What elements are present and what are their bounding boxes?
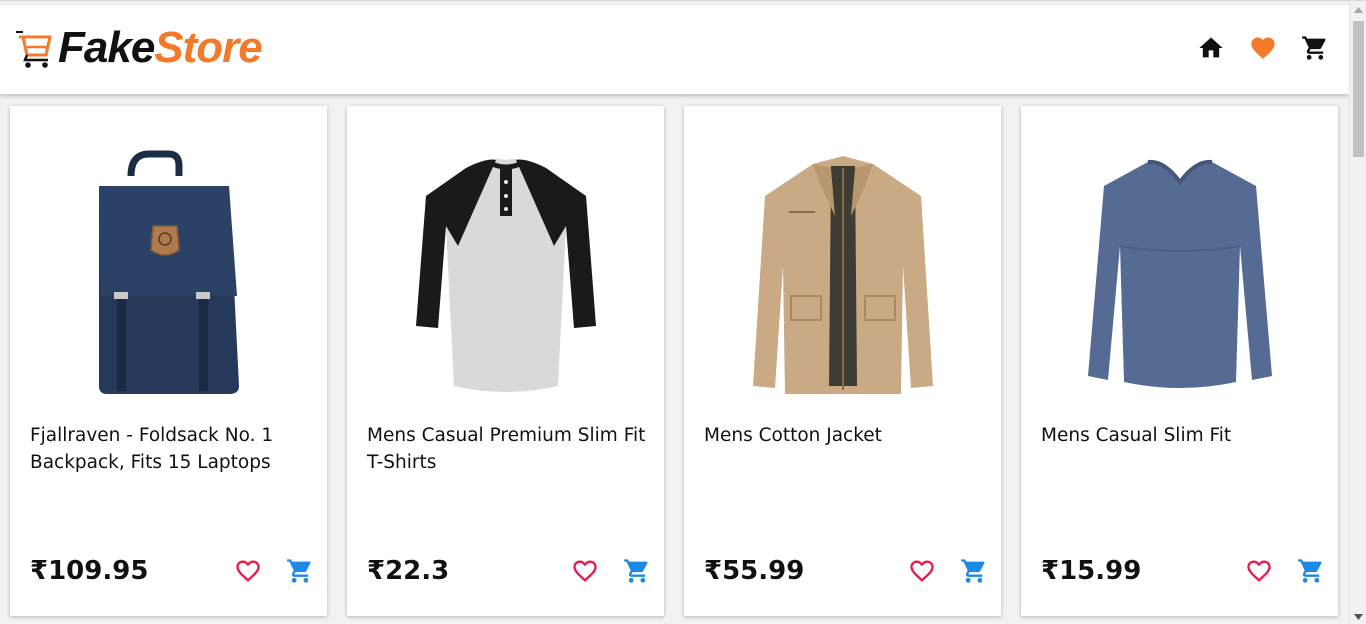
cart-icon (1302, 36, 1326, 60)
brand-logo[interactable]: FakeStore (14, 23, 263, 72)
product-actions (570, 556, 652, 586)
product-title[interactable]: Mens Cotton Jacket (704, 422, 984, 449)
wishlist-toggle-button[interactable] (233, 556, 263, 586)
brand-name-part2: Store (154, 23, 262, 72)
product-title[interactable]: Fjallraven - Foldsack No. 1 Backpack, Fi… (30, 422, 310, 476)
product-grid: Fjallraven - Foldsack No. 1 Backpack, Fi… (10, 106, 1338, 616)
add-to-cart-button[interactable] (622, 556, 652, 586)
product-price: ₹109.95 (30, 556, 149, 586)
product-card: Fjallraven - Foldsack No. 1 Backpack, Fi… (10, 106, 327, 616)
header-nav (1197, 33, 1329, 63)
cart-icon (961, 559, 985, 583)
heart-outline-icon (1247, 560, 1271, 582)
scroll-down-arrow-icon[interactable] (1350, 608, 1366, 624)
backpack-image (98, 150, 239, 394)
home-icon (1199, 37, 1223, 58)
heart-icon (1251, 37, 1275, 59)
wishlist-button[interactable] (1249, 33, 1277, 63)
product-title[interactable]: Mens Casual Slim Fit (1041, 422, 1321, 449)
heart-outline-icon (910, 560, 934, 582)
product-actions (233, 556, 315, 586)
product-image[interactable] (1021, 144, 1338, 408)
product-price: ₹22.3 (367, 556, 450, 586)
add-to-cart-button[interactable] (285, 556, 315, 586)
page: FakeStore Fjallraven - Foldsack No. 1 Ba… (0, 0, 1366, 624)
product-price: ₹15.99 (1041, 556, 1142, 586)
product-image[interactable] (347, 144, 664, 408)
product-image[interactable] (684, 144, 1001, 408)
product-image[interactable] (10, 144, 327, 408)
product-card: Mens Cotton Jacket ₹55.99 (684, 106, 1001, 616)
scroll-thumb[interactable] (1353, 21, 1364, 157)
heart-outline-icon (573, 560, 597, 582)
add-to-cart-button[interactable] (1296, 556, 1326, 586)
wishlist-toggle-button[interactable] (1244, 556, 1274, 586)
cart-icon (287, 559, 311, 583)
wishlist-toggle-button[interactable] (907, 556, 937, 586)
scroll-up-arrow-icon[interactable] (1350, 1, 1366, 18)
site-header: FakeStore (0, 5, 1349, 94)
add-to-cart-button[interactable] (959, 556, 989, 586)
logo-cart-icon (16, 31, 52, 68)
long-sleeve-tee-image (1087, 159, 1272, 388)
cart-button[interactable] (1301, 33, 1329, 63)
product-actions (1244, 556, 1326, 586)
product-card: Mens Casual Slim Fit ₹15.99 (1021, 106, 1338, 616)
product-card: Mens Casual Premium Slim Fit T-Shirts ₹2… (347, 106, 664, 616)
brand-name-part1: Fake (58, 23, 155, 72)
jacket-image (752, 156, 933, 394)
vertical-scrollbar[interactable] (1349, 1, 1366, 624)
home-button[interactable] (1197, 33, 1225, 63)
raglan-tshirt-image (415, 159, 596, 392)
product-actions (907, 556, 989, 586)
product-price: ₹55.99 (704, 556, 805, 586)
cart-icon (624, 559, 648, 583)
wishlist-toggle-button[interactable] (570, 556, 600, 586)
product-title[interactable]: Mens Casual Premium Slim Fit T-Shirts (367, 422, 647, 476)
cart-icon (1298, 559, 1322, 583)
heart-outline-icon (236, 560, 260, 582)
